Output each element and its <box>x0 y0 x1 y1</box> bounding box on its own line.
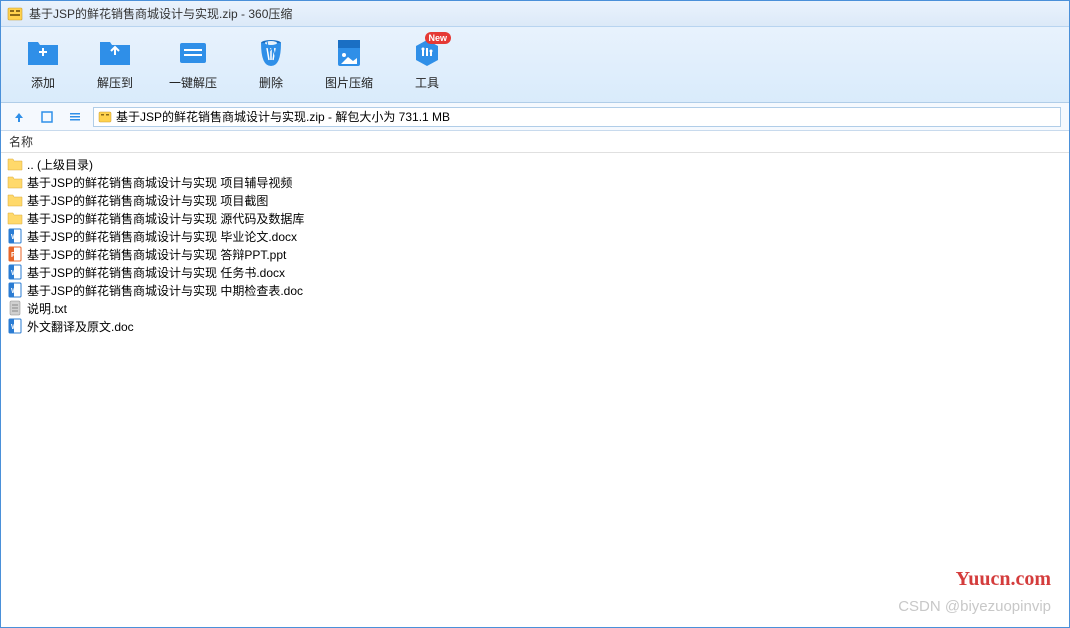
folder-icon <box>7 192 23 208</box>
image-compress-icon <box>331 38 367 68</box>
file-name: 基于JSP的鲜花销售商城设计与实现 源代码及数据库 <box>27 210 304 227</box>
image-compress-label: 图片压缩 <box>325 74 373 91</box>
column-name: 名称 <box>9 133 33 150</box>
nav-bar: 基于JSP的鲜花销售商城设计与实现.zip - 解包大小为 731.1 MB <box>1 103 1069 131</box>
docx-icon: W <box>7 318 23 334</box>
file-name: 基于JSP的鲜花销售商城设计与实现 毕业论文.docx <box>27 228 297 245</box>
file-name: 外文翻译及原文.doc <box>27 318 134 335</box>
file-row[interactable]: 基于JSP的鲜花销售商城设计与实现 项目截图 <box>1 191 1069 209</box>
up-button[interactable] <box>9 107 29 127</box>
file-row[interactable]: P 基于JSP的鲜花销售商城设计与实现 答辩PPT.ppt <box>1 245 1069 263</box>
add-button[interactable]: 添加 <box>25 38 61 91</box>
folder-icon <box>7 210 23 226</box>
folder-icon <box>7 174 23 190</box>
file-row[interactable]: W 基于JSP的鲜花销售商城设计与实现 中期检查表.doc <box>1 281 1069 299</box>
column-header[interactable]: 名称 <box>1 131 1069 153</box>
ppt-icon: P <box>7 246 23 262</box>
file-row[interactable]: 基于JSP的鲜花销售商城设计与实现 项目辅导视频 <box>1 173 1069 191</box>
app-icon <box>7 6 23 22</box>
file-name: 基于JSP的鲜花销售商城设计与实现 项目辅导视频 <box>27 174 292 191</box>
svg-text:W: W <box>11 270 18 277</box>
txt-icon <box>7 300 23 316</box>
tools-label: 工具 <box>415 74 439 91</box>
path-box[interactable]: 基于JSP的鲜花销售商城设计与实现.zip - 解包大小为 731.1 MB <box>93 107 1061 127</box>
extract-to-icon <box>97 38 133 68</box>
zip-icon <box>98 110 112 124</box>
file-name: 基于JSP的鲜花销售商城设计与实现 项目截图 <box>27 192 268 209</box>
add-icon <box>25 38 61 68</box>
file-row[interactable]: W 基于JSP的鲜花销售商城设计与实现 任务书.docx <box>1 263 1069 281</box>
watermark-site: Yuucn.com <box>956 568 1051 591</box>
tools-button[interactable]: New 工具 <box>409 38 445 91</box>
extract-to-button[interactable]: 解压到 <box>97 38 133 91</box>
svg-text:P: P <box>11 252 16 259</box>
path-text: 基于JSP的鲜花销售商城设计与实现.zip - 解包大小为 731.1 MB <box>116 108 450 125</box>
file-list: .. (上级目录)基于JSP的鲜花销售商城设计与实现 项目辅导视频基于JSP的鲜… <box>1 153 1069 337</box>
window-title: 基于JSP的鲜花销售商城设计与实现.zip - 360压缩 <box>29 5 292 22</box>
file-row[interactable]: W 基于JSP的鲜花销售商城设计与实现 毕业论文.docx <box>1 227 1069 245</box>
svg-text:W: W <box>11 324 18 331</box>
view-list-icon[interactable] <box>65 107 85 127</box>
folder-icon <box>7 156 23 172</box>
watermark-csdn: CSDN @biyezuopinvip <box>898 598 1051 615</box>
new-badge: New <box>425 32 452 44</box>
view-large-icon[interactable] <box>37 107 57 127</box>
title-bar: 基于JSP的鲜花销售商城设计与实现.zip - 360压缩 <box>1 1 1069 27</box>
file-row[interactable]: .. (上级目录) <box>1 155 1069 173</box>
add-label: 添加 <box>31 74 55 91</box>
file-row[interactable]: W 外文翻译及原文.doc <box>1 317 1069 335</box>
delete-icon <box>253 38 289 68</box>
file-row[interactable]: 说明.txt <box>1 299 1069 317</box>
file-name: 基于JSP的鲜花销售商城设计与实现 中期检查表.doc <box>27 282 303 299</box>
docx-icon: W <box>7 282 23 298</box>
delete-button[interactable]: 删除 <box>253 38 289 91</box>
file-name: 基于JSP的鲜花销售商城设计与实现 任务书.docx <box>27 264 285 281</box>
one-click-extract-icon <box>175 38 211 68</box>
file-name: 基于JSP的鲜花销售商城设计与实现 答辩PPT.ppt <box>27 246 286 263</box>
svg-text:W: W <box>11 288 18 295</box>
file-row[interactable]: 基于JSP的鲜花销售商城设计与实现 源代码及数据库 <box>1 209 1069 227</box>
file-name: .. (上级目录) <box>27 156 93 173</box>
delete-label: 删除 <box>259 74 283 91</box>
docx-icon: W <box>7 228 23 244</box>
one-click-extract-button[interactable]: 一键解压 <box>169 38 217 91</box>
image-compress-button[interactable]: 图片压缩 <box>325 38 373 91</box>
svg-text:W: W <box>11 234 18 241</box>
extract-to-label: 解压到 <box>97 74 133 91</box>
file-name: 说明.txt <box>27 300 67 317</box>
docx-icon: W <box>7 264 23 280</box>
toolbar: 添加 解压到 一键解压 删除 图片压缩 New 工具 <box>1 27 1069 103</box>
one-click-extract-label: 一键解压 <box>169 74 217 91</box>
